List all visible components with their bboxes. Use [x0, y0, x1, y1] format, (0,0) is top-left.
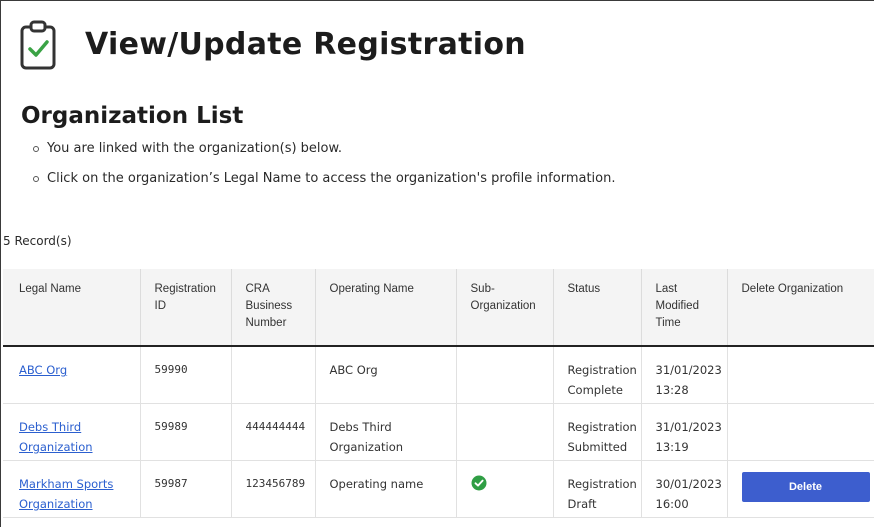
cra-number-cell — [231, 346, 316, 404]
sub-organization-cell — [456, 346, 554, 404]
delete-cell — [727, 346, 874, 404]
legal-name-link[interactable]: Debs Third Organization — [19, 420, 93, 454]
col-cra-number[interactable]: CRA Business Number — [231, 269, 316, 347]
registration-id-cell: 59987 — [140, 460, 232, 518]
operating-name-cell: ABC Org — [315, 346, 457, 404]
delete-cell: Delete — [727, 460, 874, 518]
status-cell: Registration Draft — [553, 460, 642, 518]
check-circle-icon — [471, 475, 486, 490]
col-legal-name[interactable]: Legal Name — [3, 269, 141, 347]
modified-cell: 30/01/2023 16:00 — [641, 460, 728, 518]
col-registration-id[interactable]: Registration ID — [140, 269, 232, 347]
table-row: Debs Third Organization 59989 444444444 … — [3, 403, 874, 461]
col-last-modified[interactable]: Last Modified Time — [641, 269, 728, 347]
col-status[interactable]: Status — [553, 269, 642, 347]
status-cell: Registration Complete — [553, 346, 642, 404]
info-item: You are linked with the organization(s) … — [33, 141, 615, 171]
legal-name-link[interactable]: ABC Org — [19, 363, 67, 377]
legal-name-cell: Debs Third Organization — [3, 403, 141, 461]
registration-id-cell: 59989 — [140, 403, 232, 461]
legal-name-cell: Markham Sports Organization — [3, 460, 141, 518]
record-count: 5 Record(s) — [3, 234, 72, 248]
operating-name-cell: Operating name — [315, 460, 457, 518]
table-row: ABC Org 59990 ABC Org Registration Compl… — [3, 346, 874, 404]
col-operating-name[interactable]: Operating Name — [315, 269, 457, 347]
legal-name-cell: ABC Org — [3, 346, 141, 404]
info-list: You are linked with the organization(s) … — [33, 141, 615, 201]
modified-cell: 31/01/2023 13:19 — [641, 403, 728, 461]
sub-organization-cell — [456, 403, 554, 461]
page-header — [19, 19, 57, 71]
sub-organization-cell — [456, 460, 554, 518]
delete-cell — [727, 403, 874, 461]
cra-number-cell: 123456789 — [231, 460, 316, 518]
operating-name-cell: Debs Third Organization — [315, 403, 457, 461]
info-item: Click on the organization’s Legal Name t… — [33, 171, 615, 201]
organization-table: Legal Name Registration ID CRA Business … — [3, 269, 874, 518]
registration-id-cell: 59990 — [140, 346, 232, 404]
delete-button[interactable]: Delete — [741, 471, 870, 502]
clipboard-check-icon — [20, 20, 56, 70]
table-header-row: Legal Name Registration ID CRA Business … — [3, 269, 874, 347]
cra-number-cell: 444444444 — [231, 403, 316, 461]
table-row: Markham Sports Organization 59987 123456… — [3, 460, 874, 518]
col-sub-organization[interactable]: Sub-Organization — [456, 269, 554, 347]
legal-name-link[interactable]: Markham Sports Organization — [19, 477, 113, 511]
status-cell: Registration Submitted — [553, 403, 642, 461]
modified-cell: 31/01/2023 13:28 — [641, 346, 728, 404]
page-title: View/Update Registration — [85, 27, 526, 62]
section-title: Organization List — [21, 103, 244, 129]
col-delete-organization: Delete Organization — [727, 269, 874, 347]
bullet-icon — [33, 176, 39, 182]
bullet-icon — [33, 146, 39, 152]
